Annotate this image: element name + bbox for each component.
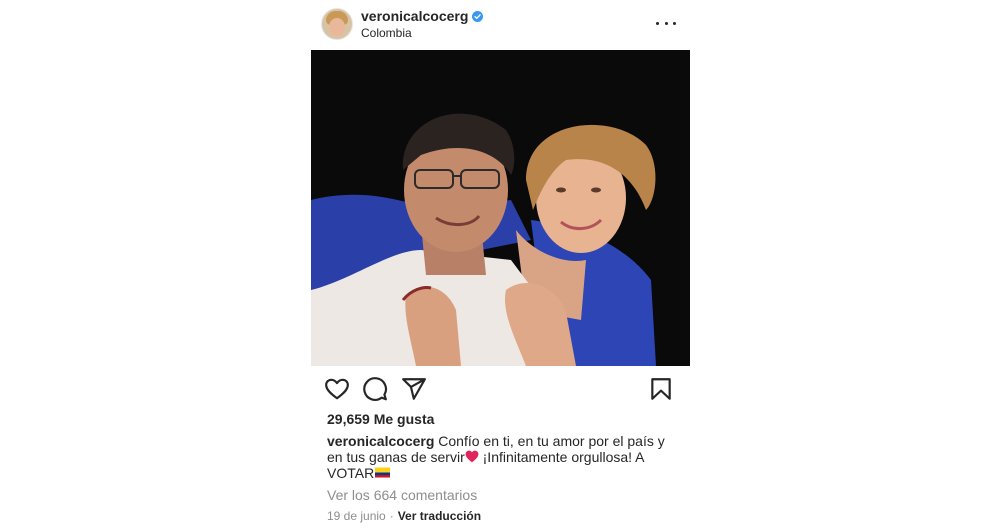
instagram-post: veronicalcocerg Colombia 29,659 Me gusta… [311, 0, 690, 530]
post-date: 19 de junio [327, 509, 386, 523]
more-dot [673, 21, 676, 25]
username-row: veronicalcocerg [361, 8, 484, 24]
red-heart-emoji-icon [465, 450, 479, 463]
more-dot [656, 21, 659, 25]
post-photo-image [311, 50, 690, 366]
post-caption: veronicalcocerg Confío en ti, en tu amor… [327, 433, 677, 481]
meta-separator: · [389, 509, 394, 523]
caption-username[interactable]: veronicalcocerg [327, 433, 434, 449]
more-dot [664, 21, 668, 25]
post-meta: 19 de junio · Ver traducción [327, 509, 481, 523]
paper-plane-icon[interactable] [401, 376, 427, 402]
avatar[interactable] [321, 8, 353, 40]
heart-outline-icon[interactable] [324, 376, 350, 402]
post-header: veronicalcocerg Colombia [311, 0, 690, 50]
location-link[interactable]: Colombia [361, 26, 412, 40]
post-photo[interactable] [311, 50, 690, 366]
verified-badge-icon [472, 10, 484, 22]
view-comments-link[interactable]: Ver los 664 comentarios [327, 487, 477, 503]
bookmark-icon[interactable] [648, 376, 674, 402]
comment-bubble-icon[interactable] [362, 376, 388, 402]
colombia-flag-emoji-icon [375, 467, 391, 478]
likes-count[interactable]: 29,659 Me gusta [327, 411, 434, 427]
translate-link[interactable]: Ver traducción [398, 509, 481, 523]
avatar-face [329, 18, 345, 36]
username-link[interactable]: veronicalcocerg [361, 8, 468, 24]
more-options-icon[interactable] [656, 15, 676, 31]
action-bar [311, 372, 690, 404]
